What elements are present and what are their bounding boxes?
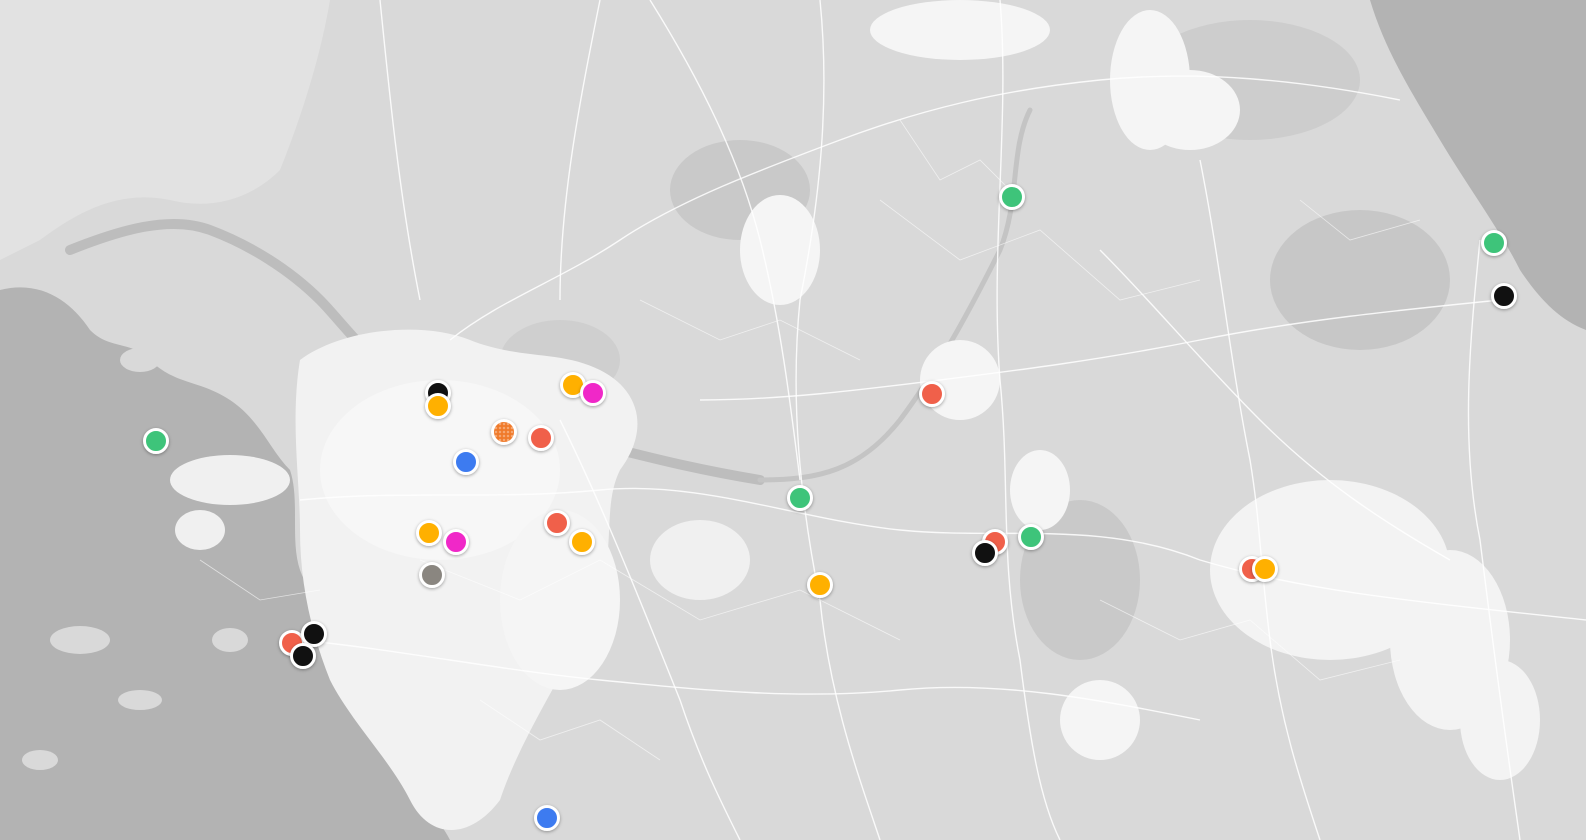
map-marker[interactable] [528, 425, 554, 451]
map-marker[interactable] [544, 510, 570, 536]
map-marker[interactable] [999, 184, 1025, 210]
map-marker[interactable] [787, 485, 813, 511]
map-marker[interactable] [972, 540, 998, 566]
map-marker[interactable] [425, 393, 451, 419]
map-marker[interactable] [569, 529, 595, 555]
map-marker[interactable] [1252, 556, 1278, 582]
map-marker[interactable] [419, 562, 445, 588]
map-marker[interactable] [580, 380, 606, 406]
basemap [0, 0, 1586, 840]
map-marker[interactable] [453, 449, 479, 475]
map-marker[interactable] [143, 428, 169, 454]
map-marker[interactable] [290, 643, 316, 669]
map-marker[interactable] [534, 805, 560, 831]
map-marker[interactable] [416, 520, 442, 546]
map-marker[interactable] [1018, 524, 1044, 550]
map-marker[interactable] [1481, 230, 1507, 256]
map-canvas[interactable] [0, 0, 1586, 840]
map-marker[interactable] [443, 529, 469, 555]
map-marker[interactable] [1491, 283, 1517, 309]
map-marker[interactable] [807, 572, 833, 598]
map-marker[interactable] [491, 419, 517, 445]
map-marker[interactable] [919, 381, 945, 407]
